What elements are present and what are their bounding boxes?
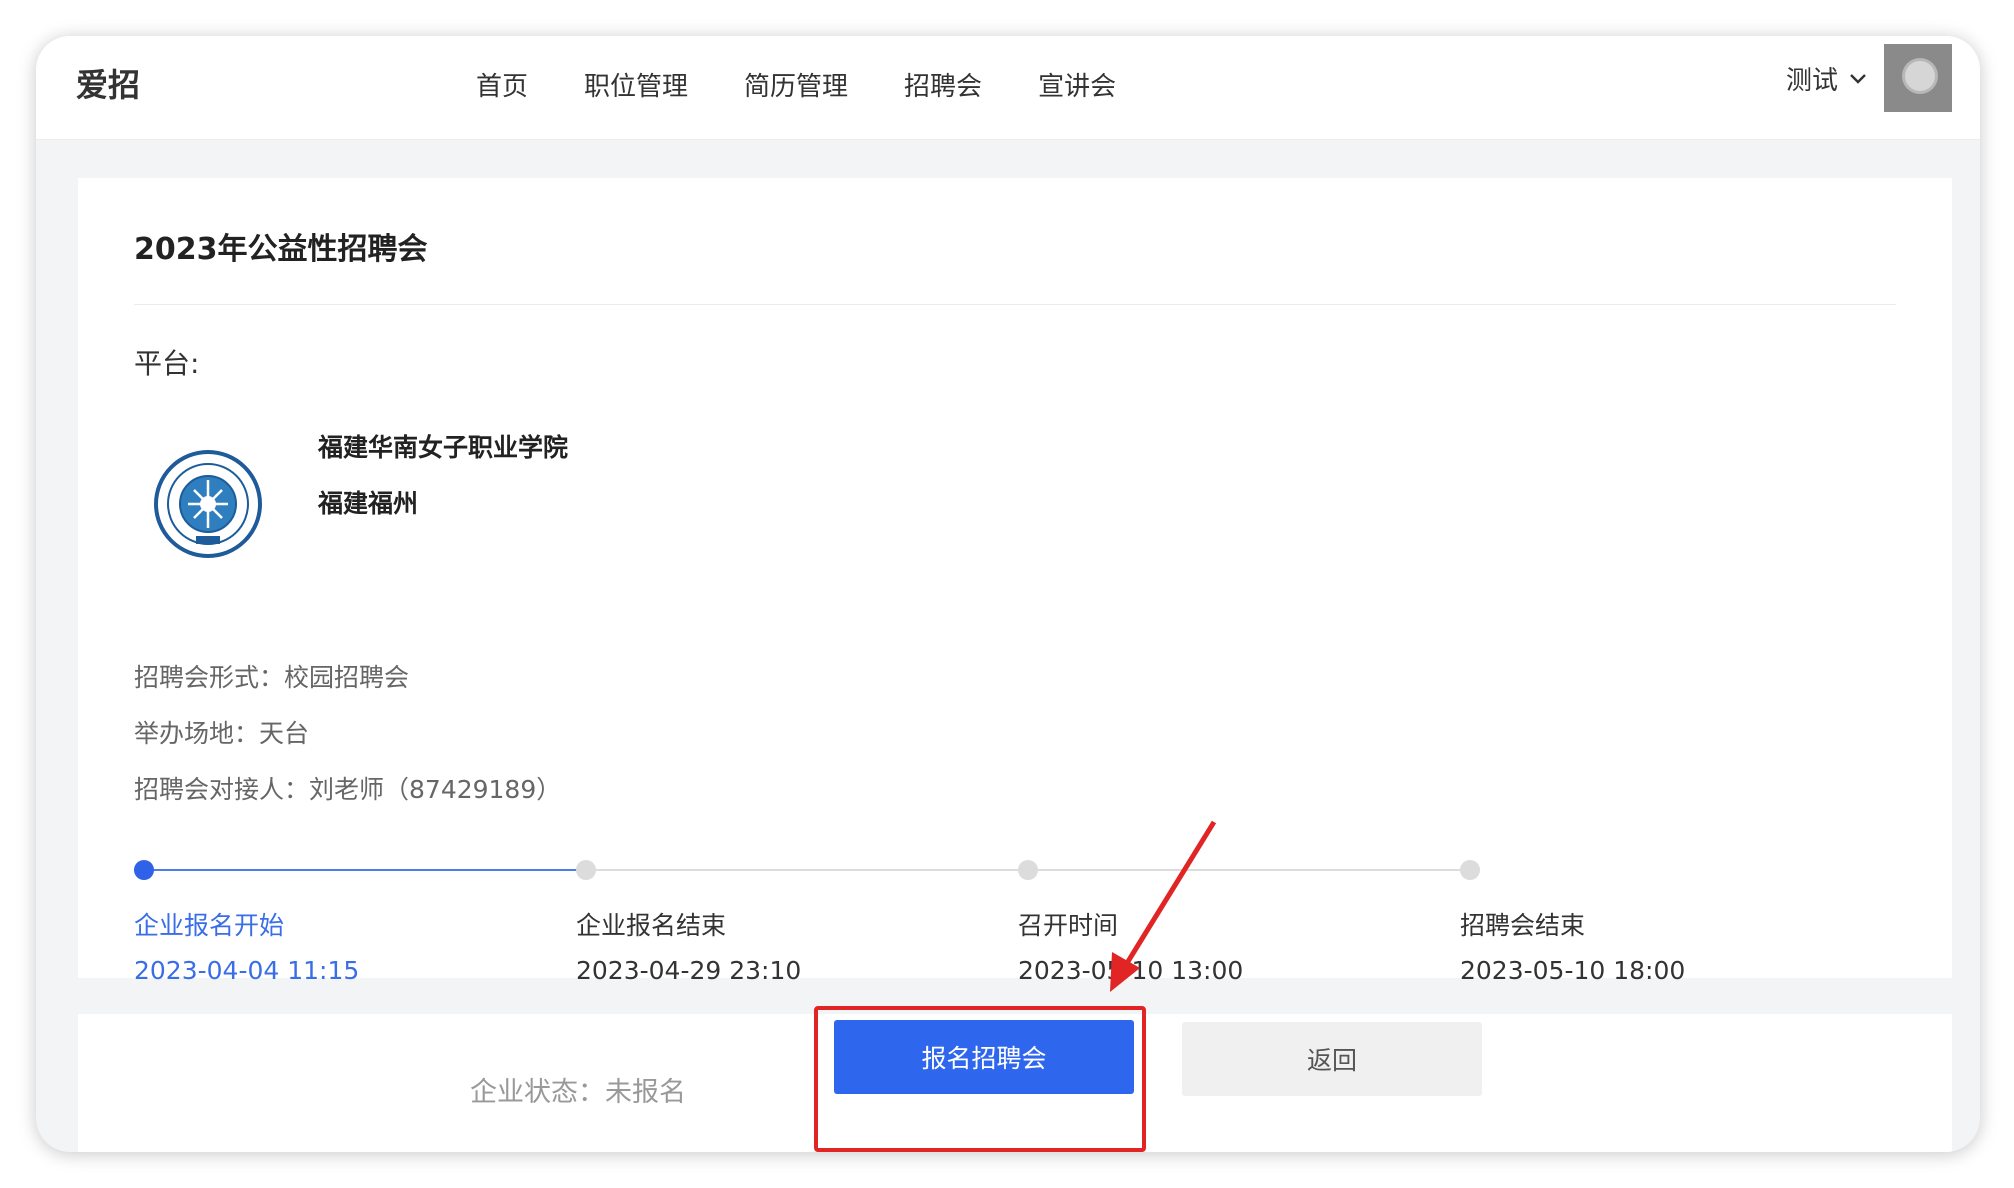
user-name[interactable]: 测试 [1786,60,1838,97]
timeline-dot-3 [1018,860,1038,880]
title-divider [134,304,1896,305]
timeline-dot-2 [576,860,596,880]
back-button[interactable]: 返回 [1182,1022,1482,1096]
timeline-step-title: 召开时间 [1018,911,1119,940]
signup-fair-button[interactable]: 报名招聘会 [834,1020,1134,1094]
enterprise-status: 企业状态：未报名 [470,1077,686,1108]
organizer-location: 福建福州 [318,489,419,518]
timeline-progress-line [144,869,586,871]
school-seal-icon [154,450,262,558]
main-nav: 首页 职位管理 简历管理 招聘会 宣讲会 [476,66,1172,103]
fair-contact: 招聘会对接人：刘老师（87429189） [134,775,562,804]
avatar[interactable] [1884,44,1952,112]
user-menu[interactable]: 测试 [1786,44,1952,112]
organizer-name: 福建华南女子职业学院 [318,433,569,462]
timeline-step-signup-start: 企业报名开始 2023-04-04 11:15 [134,906,359,985]
nav-job-fair[interactable]: 招聘会 [904,66,982,103]
timeline-step-title: 招聘会结束 [1460,911,1586,940]
nav-job-management[interactable]: 职位管理 [584,66,688,103]
timeline-step-time: 2023-04-29 23:10 [576,956,802,985]
nav-home[interactable]: 首页 [476,66,528,103]
avatar-image [1902,58,1938,94]
timeline-dot-1 [134,860,154,880]
timeline-step-signup-end: 企业报名结束 2023-04-29 23:10 [576,906,801,985]
page-title: 2023年公益性招聘会 [134,232,428,267]
timeline-step-title: 企业报名结束 [576,911,727,940]
job-fair-detail-card: 2023年公益性招聘会 平台: 福建华南女子职业学院 福建福州 招聘会形式：校园… [78,178,1952,985]
nav-resume-management[interactable]: 简历管理 [744,66,848,103]
timeline-step-fair-end: 招聘会结束 2023-05-10 18:00 [1460,906,1685,985]
timeline-step-start-time: 召开时间 2023-05-10 13:00 [1018,906,1243,985]
fair-format: 招聘会形式：校园招聘会 [134,663,410,692]
top-navbar: 爱招 首页 职位管理 简历管理 招聘会 宣讲会 测试 [36,36,1980,140]
timeline-step-time: 2023-05-10 18:00 [1460,956,1686,985]
app-window: 爱招 首页 职位管理 简历管理 招聘会 宣讲会 测试 2023年公益性招聘会 平… [36,36,1980,1152]
timeline-step-title: 企业报名开始 [134,911,285,940]
platform-label: 平台: [134,347,200,380]
fair-venue: 举办场地：天台 [134,719,310,748]
brand-logo[interactable]: 爱招 [76,60,140,106]
nav-seminar[interactable]: 宣讲会 [1038,66,1116,103]
timeline-step-time: 2023-05-10 13:00 [1018,956,1244,985]
chevron-down-icon[interactable] [1846,66,1870,90]
timeline-step-time: 2023-04-04 11:15 [134,956,360,985]
timeline-dot-4 [1460,860,1480,880]
